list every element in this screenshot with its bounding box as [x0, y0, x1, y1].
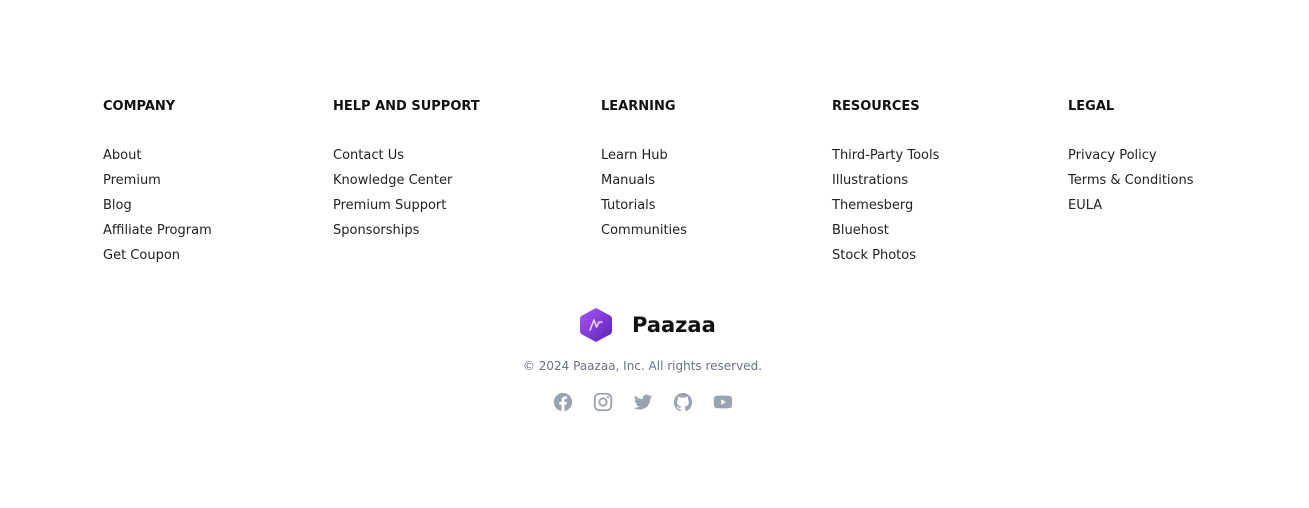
- footer-link-manuals[interactable]: Manuals: [601, 172, 687, 197]
- footer-link-affiliate-program[interactable]: Affiliate Program: [103, 222, 212, 247]
- twitter-link[interactable]: [631, 390, 655, 414]
- footer-link-sponsorships[interactable]: Sponsorships: [333, 222, 480, 247]
- footer-link-learn-hub[interactable]: Learn Hub: [601, 147, 687, 172]
- instagram-icon: [593, 392, 613, 412]
- link-list: Privacy Policy Terms & Conditions EULA: [1068, 147, 1194, 222]
- footer-link-third-party-tools[interactable]: Third-Party Tools: [832, 147, 939, 172]
- github-icon: [673, 392, 693, 412]
- link-list: Third-Party Tools Illustrations Themesbe…: [832, 147, 939, 272]
- footer-link-privacy-policy[interactable]: Privacy Policy: [1068, 147, 1194, 172]
- site-footer: COMPANY About Premium Blog Affiliate Pro…: [0, 0, 1309, 508]
- copyright-text: © 2024 Paazaa, Inc. All rights reserved.: [522, 359, 763, 373]
- hexagon-logo-icon: [580, 308, 612, 342]
- footer-link-tutorials[interactable]: Tutorials: [601, 197, 687, 222]
- twitter-icon: [633, 394, 653, 410]
- footer-link-terms-conditions[interactable]: Terms & Conditions: [1068, 172, 1194, 197]
- column-heading: LEARNING: [601, 99, 676, 114]
- footer-link-bluehost[interactable]: Bluehost: [832, 222, 939, 247]
- footer-link-eula[interactable]: EULA: [1068, 197, 1194, 222]
- footer-link-knowledge-center[interactable]: Knowledge Center: [333, 172, 480, 197]
- footer-link-stock-photos[interactable]: Stock Photos: [832, 247, 939, 272]
- footer-link-get-coupon[interactable]: Get Coupon: [103, 247, 212, 272]
- youtube-icon: [713, 395, 733, 409]
- social-links: [551, 390, 751, 414]
- footer-link-premium-support[interactable]: Premium Support: [333, 197, 480, 222]
- column-heading: RESOURCES: [832, 99, 920, 114]
- column-heading: LEGAL: [1068, 99, 1115, 114]
- footer-link-contact-us[interactable]: Contact Us: [333, 147, 480, 172]
- facebook-icon: [553, 392, 573, 412]
- column-heading: HELP AND SUPPORT: [333, 99, 480, 114]
- footer-column-resources: RESOURCES Third-Party Tools Illustration…: [832, 98, 939, 272]
- column-heading: COMPANY: [103, 99, 176, 114]
- footer-column-learning: LEARNING Learn Hub Manuals Tutorials Com…: [601, 98, 687, 247]
- youtube-link[interactable]: [711, 390, 735, 414]
- brand-link[interactable]: Paazaa: [579, 307, 716, 343]
- link-list: Contact Us Knowledge Center Premium Supp…: [333, 147, 480, 247]
- footer-link-illustrations[interactable]: Illustrations: [832, 172, 939, 197]
- instagram-link[interactable]: [591, 390, 615, 414]
- footer-link-communities[interactable]: Communities: [601, 222, 687, 247]
- footer-link-themesberg[interactable]: Themesberg: [832, 197, 939, 222]
- footer-link-blog[interactable]: Blog: [103, 197, 212, 222]
- footer-link-premium[interactable]: Premium: [103, 172, 212, 197]
- facebook-link[interactable]: [551, 390, 575, 414]
- link-list: About Premium Blog Affiliate Program Get…: [103, 147, 212, 272]
- footer-column-company: COMPANY About Premium Blog Affiliate Pro…: [103, 98, 212, 272]
- footer-column-help-and-support: HELP AND SUPPORT Contact Us Knowledge Ce…: [333, 98, 480, 247]
- link-list: Learn Hub Manuals Tutorials Communities: [601, 147, 687, 247]
- github-link[interactable]: [671, 390, 695, 414]
- brand-name: Paazaa: [632, 313, 716, 337]
- footer-link-about[interactable]: About: [103, 147, 212, 172]
- footer-column-legal: LEGAL Privacy Policy Terms & Conditions …: [1068, 98, 1194, 222]
